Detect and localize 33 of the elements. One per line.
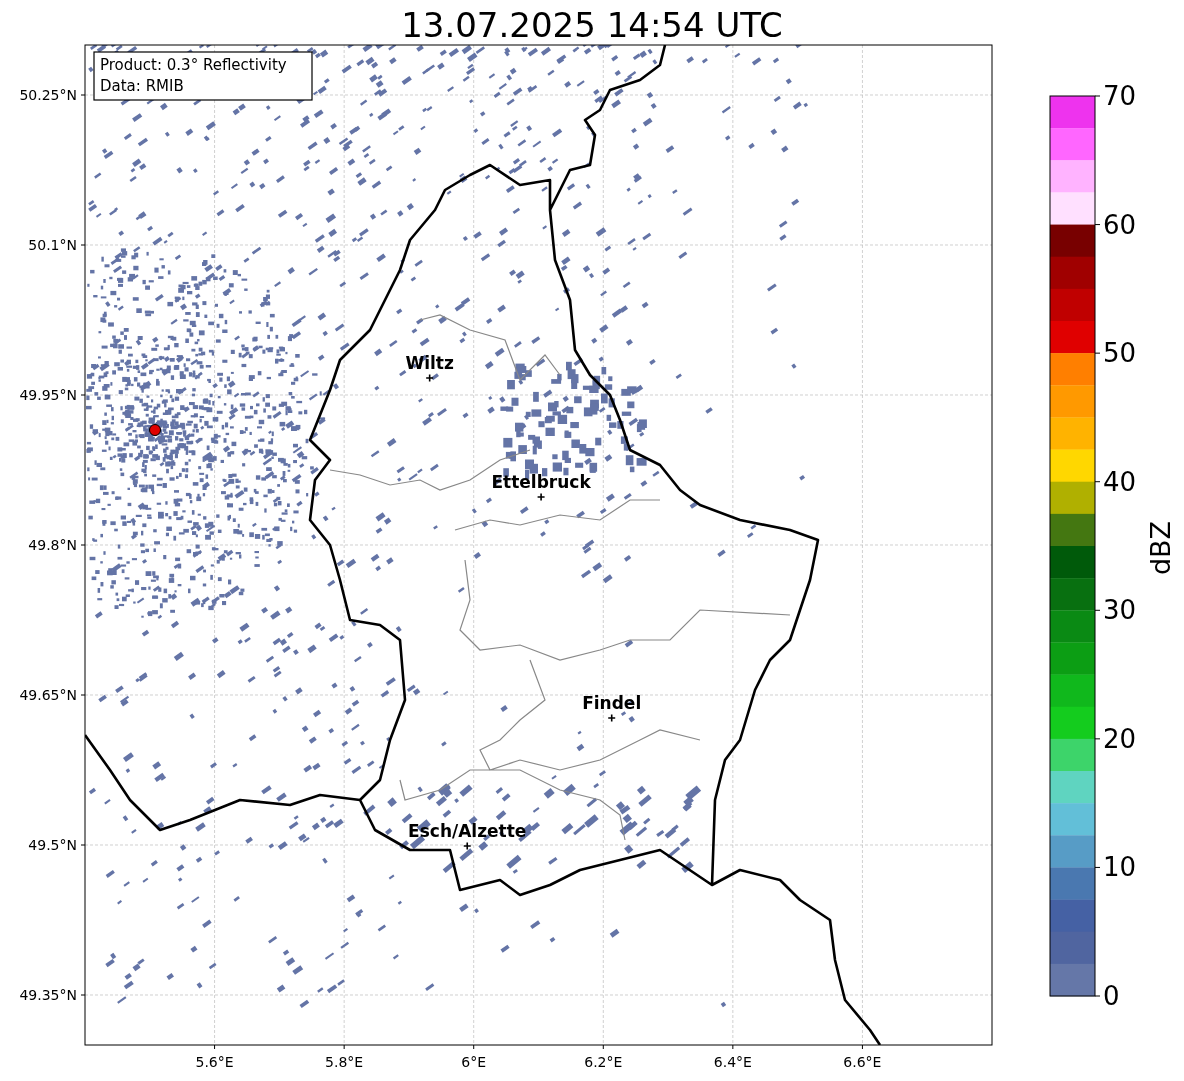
axis-tick-label: 5.6°E [195, 1054, 234, 1070]
city-marker-icon [462, 841, 472, 851]
axis-tick-label: 6.4°E [713, 1054, 752, 1070]
colorbar-tick-label: 20 [1103, 723, 1137, 754]
chart-title: 13.07.2025 14:54 UTC [401, 5, 783, 45]
colorbar-label: dBZ [1145, 520, 1176, 576]
colorbar-tick-label: 50 [1103, 338, 1137, 369]
colorbar-tick-label: 60 [1103, 209, 1137, 240]
city-marker-icon [425, 373, 434, 383]
city-marker-icon [536, 492, 546, 502]
axis-tick-label: 49.5°N [28, 837, 77, 853]
axis-tick-label: 50.25°N [19, 87, 77, 103]
info-text: Product: 0.3° Reflectivity [100, 56, 287, 74]
colorbar-tick-label: 40 [1103, 466, 1137, 497]
colorbar-tick-label: 30 [1103, 595, 1137, 626]
info-text: Data: RMIB [100, 77, 184, 95]
colorbar-tick-label: 10 [1103, 852, 1137, 883]
city-marker-icon [607, 713, 616, 723]
axis-tick-label: 6°E [461, 1054, 487, 1070]
axis-tick-label: 6.2°E [584, 1054, 623, 1070]
radar-site-marker [149, 424, 161, 436]
axis-tick-label: 5.8°E [325, 1054, 364, 1070]
axis-tick-label: 49.8°N [28, 537, 77, 553]
axis-tick-label: 49.65°N [19, 687, 77, 703]
city-label: Findel [582, 693, 642, 713]
axis-tick-label: 49.95°N [19, 387, 77, 403]
axis-tick-label: 6.6°E [843, 1054, 882, 1070]
colorbar-tick-label: 70 [1103, 81, 1137, 111]
city-label: Wiltz [405, 353, 454, 373]
city-label: Ettelbruck [491, 472, 591, 492]
axis-tick-label: 49.35°N [19, 987, 77, 1003]
axis-tick-label: 50.1°N [28, 237, 77, 253]
colorbar-tick-label: 0 [1103, 981, 1120, 1011]
